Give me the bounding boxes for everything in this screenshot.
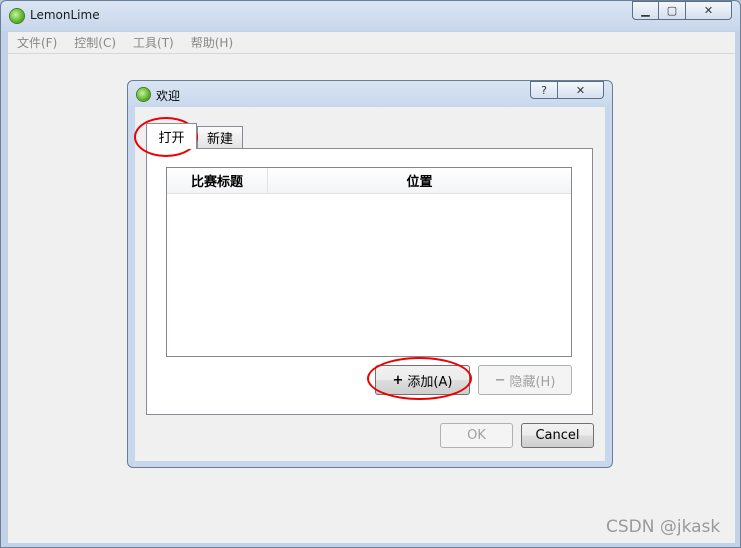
lime-icon: [10, 9, 24, 23]
lime-icon: [137, 88, 150, 101]
contest-table[interactable]: 比赛标题 位置: [166, 167, 572, 357]
close-icon: ✕: [575, 83, 586, 97]
plus-icon: +: [392, 372, 404, 388]
menu-bar: 文件(F) 控制(C) 工具(T) 帮助(H): [8, 32, 735, 53]
minimize-button[interactable]: ▁: [632, 1, 659, 20]
menu-tools[interactable]: 工具(T): [124, 34, 182, 51]
hide-button[interactable]: − 隐藏(H): [478, 365, 572, 395]
dialog-controls: ? ✕: [530, 81, 604, 99]
menu-file[interactable]: 文件(F): [8, 34, 65, 51]
minus-icon: −: [494, 372, 506, 388]
help-button[interactable]: ?: [530, 81, 558, 99]
watermark: CSDN @jkask: [606, 517, 721, 537]
close-button[interactable]: ✕: [686, 1, 732, 20]
dialog-title: 欢迎: [156, 89, 181, 103]
maximize-icon: ▢: [666, 4, 678, 17]
welcome-dialog: 欢迎 ? ✕ 打开 新建 比赛标题 位置 + 添加(A) − 隐藏(H) OK …: [127, 80, 613, 468]
table-header: 比赛标题 位置: [167, 168, 571, 194]
maximize-button[interactable]: ▢: [659, 1, 686, 20]
title-bar[interactable]: LemonLime ▁ ▢ ✕: [1, 1, 740, 31]
hide-button-label: 隐藏(H): [509, 374, 556, 390]
ok-button[interactable]: OK: [440, 423, 513, 448]
dialog-body: 打开 新建 比赛标题 位置 + 添加(A) − 隐藏(H) OK Cancel: [135, 107, 605, 461]
tab-panel-open: 比赛标题 位置 + 添加(A) − 隐藏(H): [146, 148, 593, 415]
window-title: LemonLime: [30, 8, 100, 22]
cancel-button[interactable]: Cancel: [521, 423, 594, 448]
menu-help[interactable]: 帮助(H): [182, 34, 241, 51]
tab-open[interactable]: 打开: [146, 123, 197, 149]
minimize-icon: ▁: [641, 4, 650, 17]
add-button[interactable]: + 添加(A): [375, 365, 470, 395]
window-controls: ▁ ▢ ✕: [632, 1, 732, 20]
tab-new[interactable]: 新建: [197, 126, 243, 148]
menu-control[interactable]: 控制(C): [65, 34, 124, 51]
column-header-title[interactable]: 比赛标题: [167, 168, 268, 193]
dialog-close-button[interactable]: ✕: [558, 81, 604, 99]
close-icon: ✕: [703, 4, 714, 17]
help-icon: ?: [541, 83, 547, 97]
column-header-location[interactable]: 位置: [268, 168, 571, 193]
add-button-label: 添加(A): [407, 374, 453, 390]
